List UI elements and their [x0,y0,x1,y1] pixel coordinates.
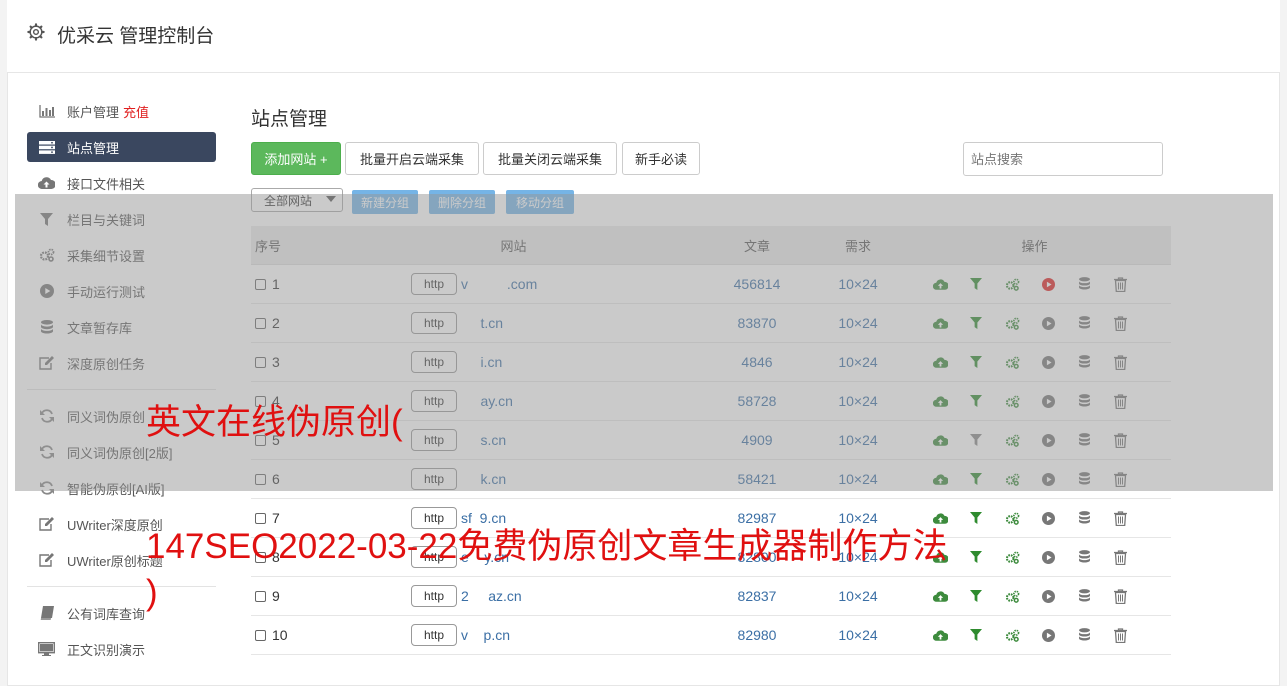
trash-icon[interactable] [1102,588,1138,604]
sidebar-item-site-management[interactable]: 站点管理 [27,132,216,162]
sidebar-item-label: 接口文件相关 [67,176,146,192]
watermark-line-3: ) [146,573,158,612]
site-domain-link[interactable]: v p.cn [461,627,510,643]
database-icon[interactable] [1066,511,1102,525]
server-icon [38,140,55,155]
demand-link[interactable]: 10×24 [818,588,898,604]
sidebar-item-label: 站点管理 [67,140,120,156]
row-no-cell: 10 [251,627,331,643]
gear-icon [27,23,45,41]
cloud-upload-icon[interactable] [922,590,958,602]
cloud-upload-icon [38,176,55,191]
book-icon [38,606,55,621]
watermark-line-1: 英文在线伪原创( [146,403,403,442]
batch-open-cloud-button[interactable]: 批量开启云端采集 [345,142,479,175]
filter-icon[interactable] [958,551,994,563]
site-domain-link[interactable]: 2 az.cn [461,588,522,604]
row-number: 9 [272,588,280,604]
gears-icon[interactable] [994,551,1030,564]
guide-button[interactable]: 新手必读 [622,142,700,175]
monitor-icon [38,642,55,657]
filter-icon[interactable] [958,512,994,524]
filter-icon[interactable] [958,590,994,602]
watermark-line-2: 147SEO2022-03-22免费伪原创文章生成器制作方法 [146,527,948,566]
row-site-cell: http v p.cn [331,624,696,646]
gray-overlay [15,194,1273,491]
table-row: 10 http v p.cn 82980 10×24 [251,616,1171,655]
gears-icon[interactable] [994,590,1030,603]
top-bar: 优采云 管理控制台 [7,0,1280,73]
gears-icon[interactable] [994,512,1030,525]
sidebar-item-text-recognition[interactable]: 正文识别演示 [27,634,216,664]
recharge-link[interactable]: 充值 [123,102,149,121]
database-icon[interactable] [1066,550,1102,564]
database-icon[interactable] [1066,628,1102,642]
play-icon[interactable] [1030,589,1066,603]
app-title: 优采云 管理控制台 [57,26,215,47]
demand-link[interactable]: 10×24 [818,627,898,643]
add-site-button[interactable]: 添加网站 + [251,142,341,175]
sidebar-item-label: 账户管理 [67,104,120,120]
row-no-cell: 9 [251,588,331,604]
row-ops-cell [898,588,1171,604]
trash-icon[interactable] [1102,549,1138,565]
trash-icon[interactable] [1102,510,1138,526]
edit-icon [38,553,55,568]
row-checkbox[interactable] [255,629,266,641]
sidebar-item-label: 正文识别演示 [67,642,146,658]
play-icon[interactable] [1030,550,1066,564]
row-ops-cell [898,627,1171,643]
sidebar-item-label: 公有词库查询 [67,606,146,622]
play-icon[interactable] [1030,628,1066,642]
sidebar-item-account[interactable]: 账户管理 充值 [27,96,216,126]
edit-icon [38,517,55,532]
sidebar-item-public-lexicon[interactable]: 公有词库查询 [27,598,216,628]
page-title: 站点管理 [251,109,328,130]
article-count-link[interactable]: 82980 [696,627,818,643]
filter-icon[interactable] [958,629,994,641]
http-button[interactable]: http [411,624,457,646]
row-site-cell: http 2 az.cn [331,585,696,607]
site-search-input[interactable] [963,142,1163,176]
play-icon[interactable] [1030,511,1066,525]
article-count-link[interactable]: 82837 [696,588,818,604]
cloud-upload-icon[interactable] [922,629,958,641]
http-button[interactable]: http [411,585,457,607]
gears-icon[interactable] [994,629,1030,642]
table-row: 9 http 2 az.cn 82837 10×24 [251,577,1171,616]
batch-close-cloud-button[interactable]: 批量关闭云端采集 [483,142,617,175]
trash-icon[interactable] [1102,627,1138,643]
sidebar-divider [27,586,216,587]
row-checkbox[interactable] [255,590,266,602]
bar-chart-icon [38,104,55,119]
database-icon[interactable] [1066,589,1102,603]
row-number: 10 [272,627,288,643]
